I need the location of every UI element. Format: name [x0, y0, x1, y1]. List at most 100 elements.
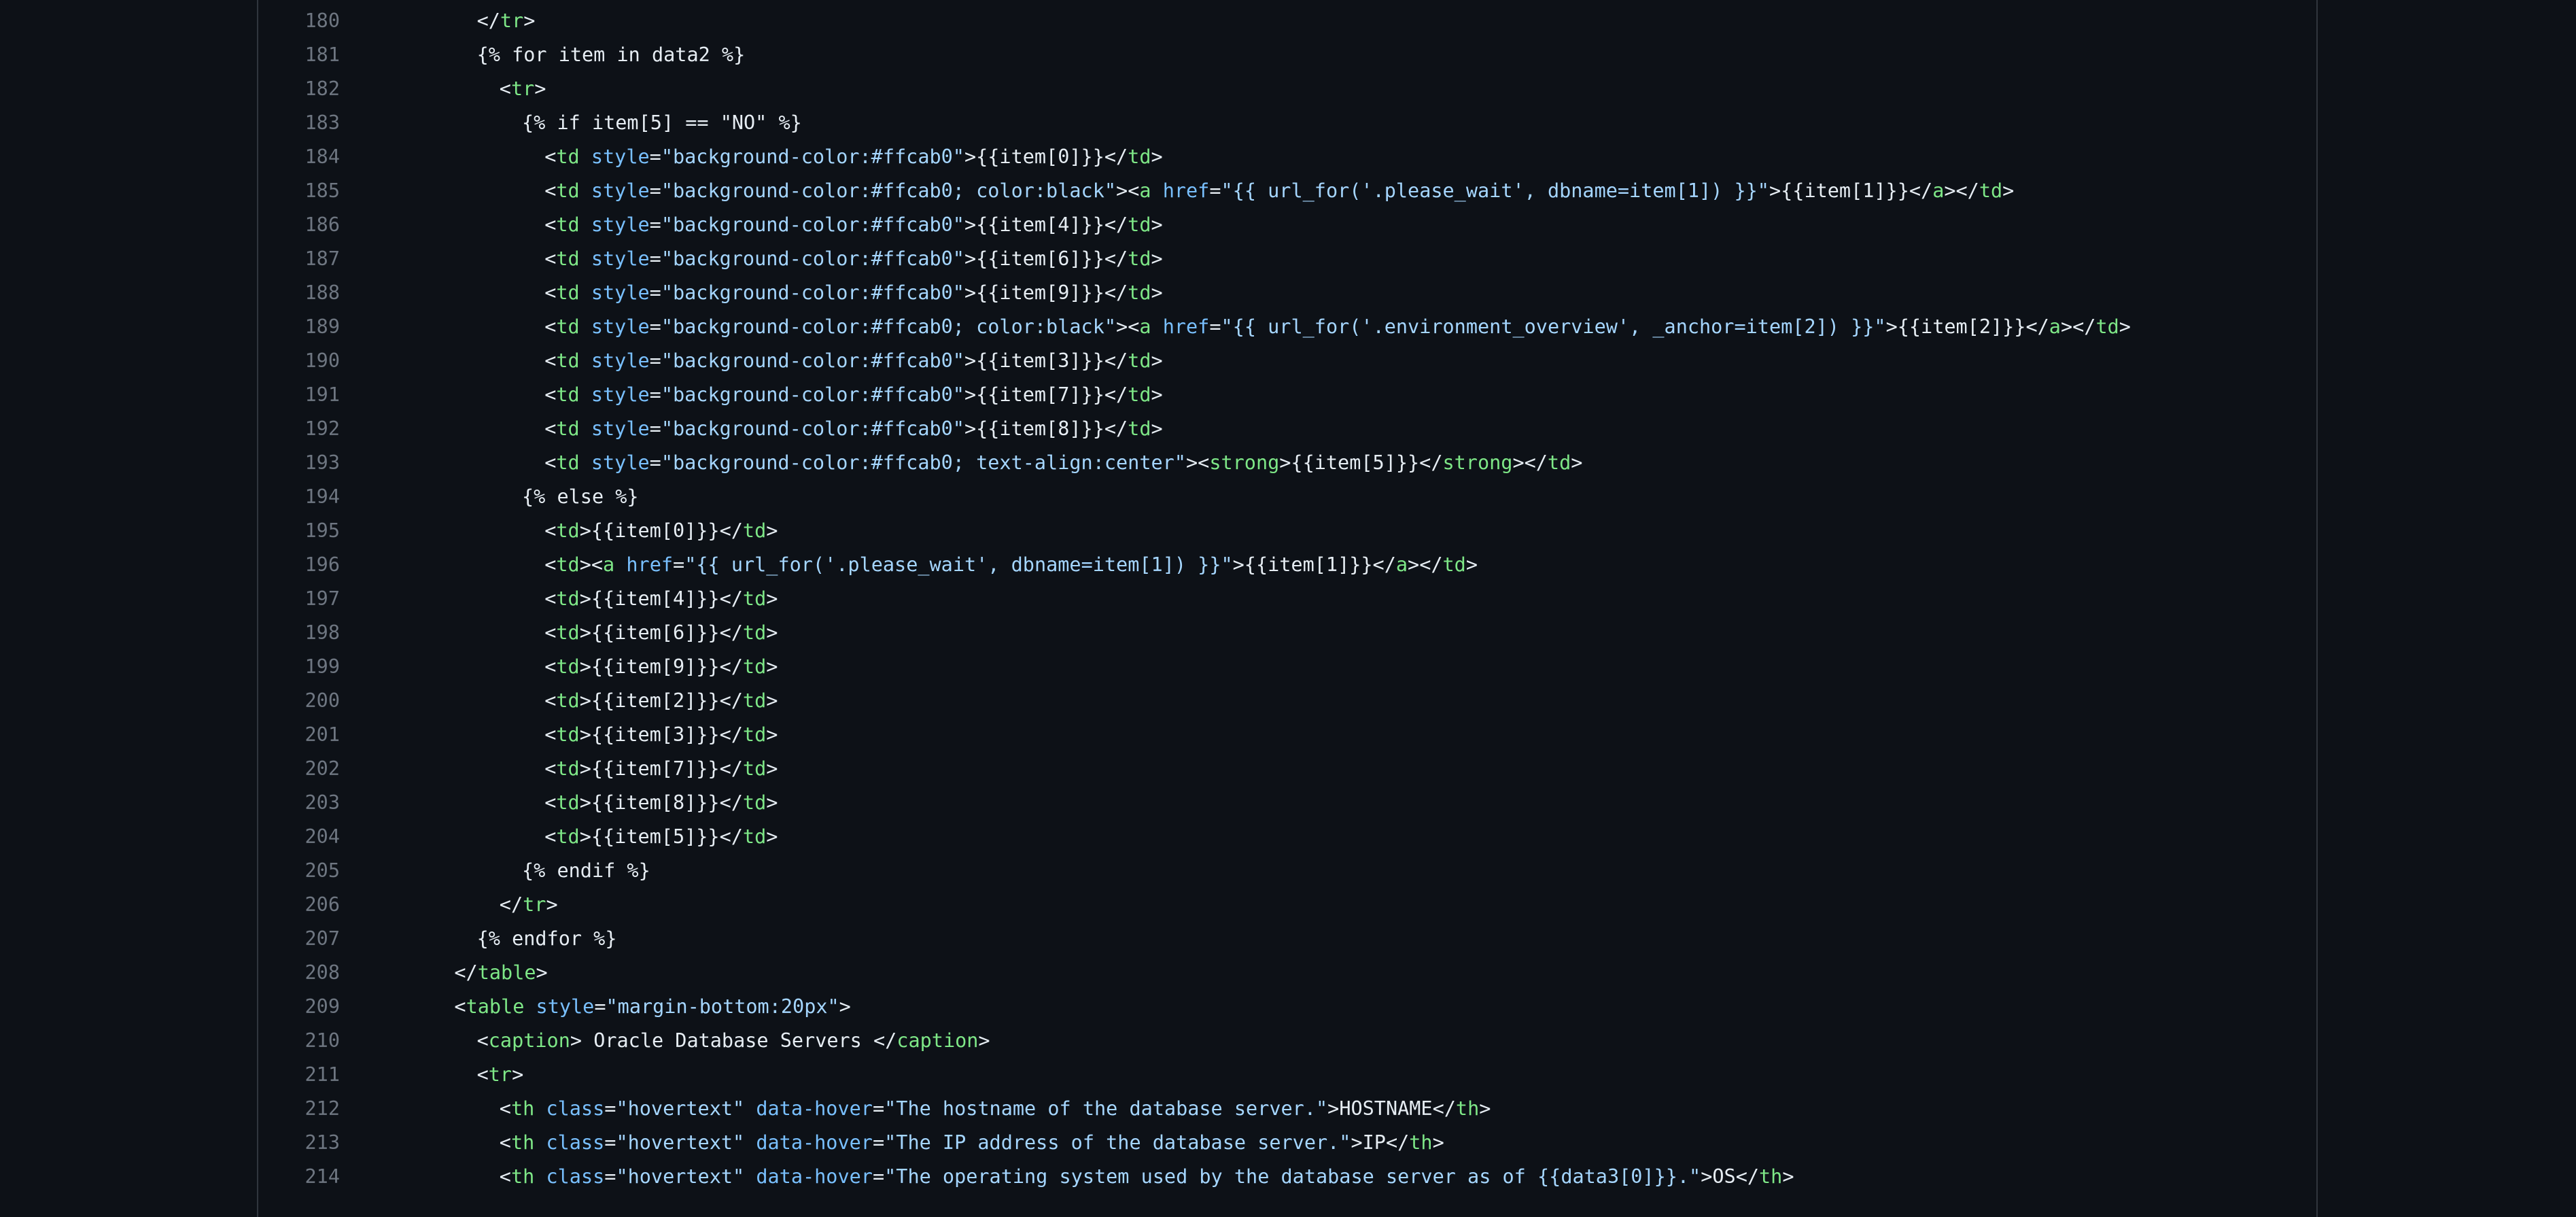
code-line: 181 {% for item in data2 %}: [258, 37, 2316, 71]
line-number[interactable]: 206: [272, 893, 340, 916]
code-token: >{{item[0]}}</: [579, 519, 743, 542]
line-number[interactable]: 183: [272, 112, 340, 134]
code-token: <: [499, 1131, 511, 1154]
code-token: <: [476, 1029, 489, 1052]
code-line: 199 <td>{{item[9]}}</td>: [258, 649, 2316, 683]
line-number[interactable]: 202: [272, 757, 340, 780]
code-token: =: [649, 145, 661, 168]
line-number[interactable]: 208: [272, 961, 340, 984]
line-number[interactable]: 185: [272, 179, 340, 202]
code-token: <: [544, 315, 557, 338]
code-text: <td style="background-color:#ffcab0">{{i…: [409, 417, 1162, 440]
code-token: >: [1185, 451, 1198, 474]
code-token: td: [1128, 349, 1151, 372]
code-text: <td style="background-color:#ffcab0">{{i…: [409, 281, 1162, 304]
line-number[interactable]: 201: [272, 723, 340, 746]
line-number[interactable]: 210: [272, 1029, 340, 1052]
code-token: "The operating system used by the databa…: [884, 1165, 1701, 1188]
code-token: =: [604, 1131, 616, 1154]
line-number[interactable]: 195: [272, 519, 340, 542]
line-number[interactable]: 211: [272, 1063, 340, 1086]
line-number[interactable]: 212: [272, 1097, 340, 1120]
code-token: >{{item[1]}}</: [1769, 179, 1933, 202]
line-number[interactable]: 186: [272, 213, 340, 236]
code-token: >: [1116, 315, 1128, 338]
code-text: </tr>: [409, 9, 536, 32]
code-text: <td style="background-color:#ffcab0; col…: [409, 179, 2014, 202]
line-number[interactable]: 200: [272, 689, 340, 712]
line-number[interactable]: 203: [272, 791, 340, 814]
line-number[interactable]: 187: [272, 247, 340, 270]
line-number[interactable]: 198: [272, 621, 340, 644]
line-number[interactable]: 194: [272, 485, 340, 508]
line-number[interactable]: 184: [272, 145, 340, 168]
code-token: =: [649, 417, 661, 440]
code-viewer[interactable]: 180 </tr> 181 {% for item in data2 %} 182 <tr…: [257, 0, 2318, 1217]
code-token: ></: [2060, 315, 2096, 338]
code-token: data-hover: [756, 1131, 873, 1154]
code-token: style: [591, 315, 650, 338]
line-number[interactable]: 193: [272, 451, 340, 474]
code-token: a: [1395, 553, 1408, 576]
code-token: <: [544, 723, 557, 746]
code-token: <: [544, 281, 557, 304]
code-token: =: [604, 1097, 616, 1120]
code-token: <: [544, 213, 557, 236]
code-line: 184 <td style="background-color:#ffcab0">…: [258, 139, 2316, 173]
code-token: <: [544, 145, 557, 168]
line-number[interactable]: 197: [272, 587, 340, 610]
code-text: <td>{{item[5]}}</td>: [409, 825, 778, 848]
code-token: style: [591, 145, 650, 168]
line-number[interactable]: 180: [272, 10, 340, 32]
code-line: 209 <table style="margin-bottom:20px">: [258, 989, 2316, 1023]
code-line: 208 </table>: [258, 955, 2316, 989]
code-token: "background-color:#ffcab0": [661, 417, 964, 440]
line-number[interactable]: 213: [272, 1131, 340, 1154]
code-line: 211 <tr>: [258, 1057, 2316, 1091]
code-token: >: [766, 791, 778, 814]
code-line: 214 <th class="hovertext" data-hover="The…: [258, 1159, 2316, 1193]
code-token: "background-color:#ffcab0; color:black": [661, 179, 1117, 202]
code-token: style: [591, 281, 650, 304]
line-number[interactable]: 196: [272, 553, 340, 576]
line-number[interactable]: 188: [272, 281, 340, 304]
code-text: <td style="background-color:#ffcab0">{{i…: [409, 349, 1162, 372]
code-token: {% endif %}: [522, 859, 650, 882]
code-line: 210 <caption> Oracle Database Servers </c…: [258, 1023, 2316, 1057]
code-line: 213 <th class="hovertext" data-hover="The…: [258, 1125, 2316, 1159]
line-number[interactable]: 214: [272, 1165, 340, 1188]
code-line: 201 <td>{{item[3]}}</td>: [258, 717, 2316, 751]
code-text: </table>: [409, 961, 547, 984]
code-line: 196 <td><a href="{{ url_for('.please_wait…: [258, 547, 2316, 581]
code-token: td: [742, 791, 767, 814]
line-number[interactable]: 204: [272, 825, 340, 848]
line-number[interactable]: 209: [272, 995, 340, 1018]
code-token: <: [544, 655, 557, 678]
line-number[interactable]: 192: [272, 417, 340, 440]
code-text: <td style="background-color:#ffcab0">{{i…: [409, 247, 1162, 270]
line-number[interactable]: 189: [272, 315, 340, 338]
code-line: 202 <td>{{item[7]}}</td>: [258, 751, 2316, 785]
code-token: td: [556, 145, 580, 168]
line-number[interactable]: 181: [272, 44, 340, 66]
code-line: 212 <th class="hovertext" data-hover="The…: [258, 1091, 2316, 1125]
code-token: class: [546, 1165, 605, 1188]
code-text: <th class="hovertext" data-hover="The ho…: [409, 1097, 1491, 1120]
code-token: {% else %}: [522, 485, 639, 508]
code-token: >: [766, 689, 778, 712]
code-token: >{{item[1]}}</: [1232, 553, 1396, 576]
code-token: "background-color:#ffcab0; text-align:ce…: [661, 451, 1186, 474]
line-number[interactable]: 190: [272, 349, 340, 372]
line-number[interactable]: 207: [272, 927, 340, 950]
code-token: >: [1151, 383, 1163, 406]
line-number[interactable]: 182: [272, 78, 340, 100]
line-number[interactable]: 205: [272, 859, 340, 882]
code-line: 203 <td>{{item[8]}}</td>: [258, 785, 2316, 819]
code-token: </: [476, 9, 500, 32]
code-text: {% endif %}: [409, 859, 650, 882]
line-number[interactable]: 199: [272, 655, 340, 678]
line-number[interactable]: 191: [272, 383, 340, 406]
code-token: td: [556, 825, 580, 848]
